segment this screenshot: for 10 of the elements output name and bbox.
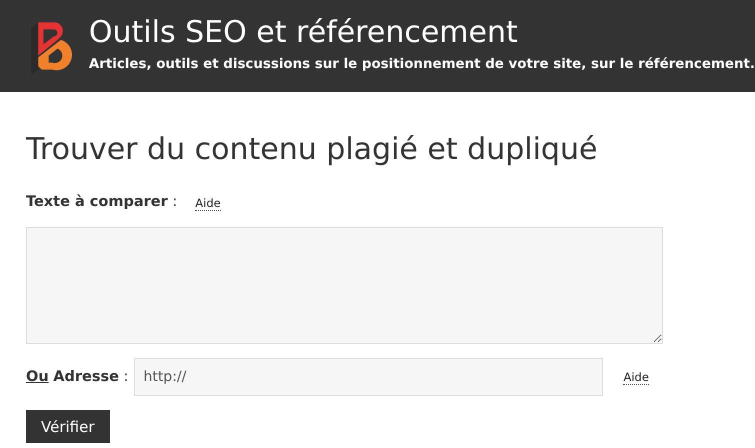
help-link[interactable]: Aide: [623, 370, 649, 384]
url-input-field[interactable]: http://: [134, 358, 604, 396]
field-label: Ou Adresse :: [26, 369, 128, 385]
site-title: Outils SEO et référencement: [88, 14, 519, 50]
verify-button[interactable]: Vérifier: [26, 410, 110, 443]
site-tagline: Articles, outils et discussions sur le positionnement de votre site, sur le référencement.: [88, 56, 755, 72]
text-input-field[interactable]: [26, 227, 663, 344]
field-label: Texte à comparer :: [26, 194, 178, 210]
page-heading: Trouver du contenu plagié et dupliqué: [26, 131, 598, 169]
help-link[interactable]: Aide: [195, 196, 221, 211]
